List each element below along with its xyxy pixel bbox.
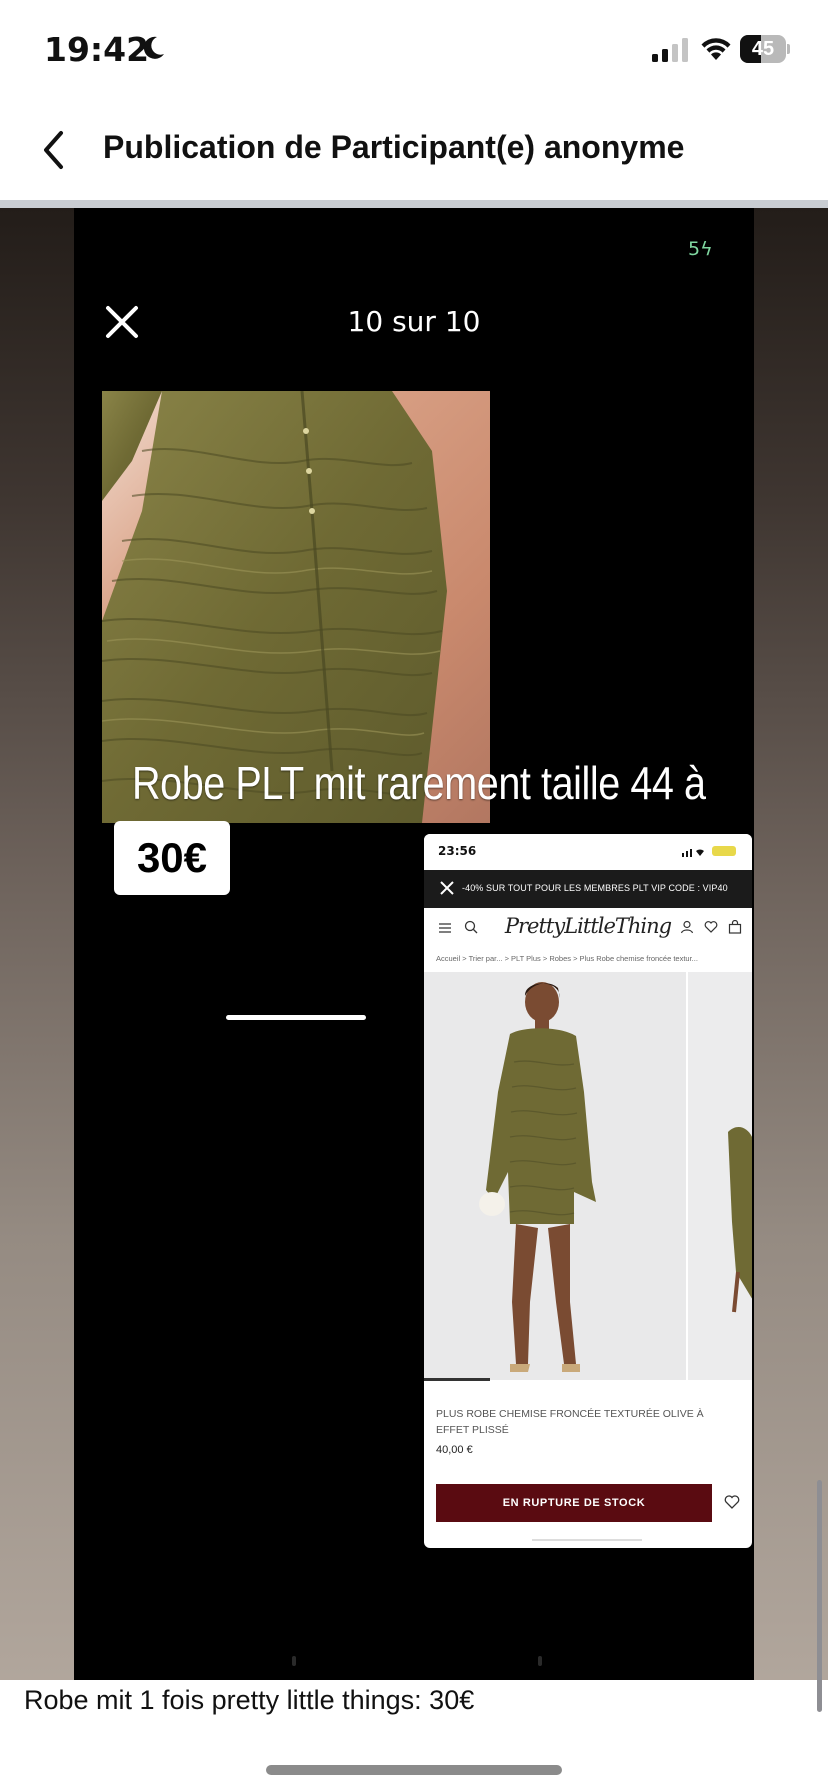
story-battery-indicator: 5ϟ	[688, 238, 713, 260]
story-counter: 10 sur 10	[347, 305, 481, 338]
promo-text: -40% SUR TOUT POUR LES MEMBRES PLT VIP C…	[462, 883, 728, 893]
next-product-image	[686, 972, 752, 1380]
bag-icon	[728, 920, 742, 934]
battery-icon: 45	[740, 35, 790, 63]
embedded-divider	[532, 1539, 642, 1541]
chevron-left-icon	[44, 131, 63, 169]
embedded-product-screenshot: 23:56 -40% SUR TOUT POUR LES MEMBRES PLT…	[424, 834, 752, 1548]
out-of-stock-button: EN RUPTURE DE STOCK	[436, 1484, 712, 1522]
page-title: Publication de Participant(e) anonyme	[103, 129, 685, 165]
price-tag-text: 30€	[136, 834, 208, 881]
back-button[interactable]	[28, 122, 80, 178]
home-indicator[interactable]	[266, 1765, 562, 1775]
promo-banner: -40% SUR TOUT POUR LES MEMBRES PLT VIP C…	[424, 870, 752, 908]
moon-icon	[143, 36, 164, 59]
status-time: 19:42	[44, 30, 150, 69]
navigation-header: Publication de Participant(e) anonyme	[0, 100, 828, 200]
price-tag: 30€	[114, 821, 230, 895]
story-bottom-markers	[292, 1656, 542, 1666]
story-overlay-caption: Robe PLT mit rarement taille 44 à	[132, 757, 706, 809]
status-bar: 19:42 45	[0, 0, 828, 100]
scrollbar[interactable]	[817, 1480, 822, 1712]
embedded-time: 23:56	[438, 844, 477, 858]
post-image[interactable]: 5ϟ 10 sur 10 Robe PLT mit rarement taill…	[0, 208, 828, 1680]
battery-percent: 45	[751, 38, 775, 60]
post-caption: Robe mit 1 fois pretty little things: 30…	[24, 1685, 475, 1715]
header-divider	[0, 200, 828, 208]
story-progress-bar	[226, 1015, 366, 1020]
wishlist-heart-icon	[724, 1495, 740, 1509]
cellular-signal-icon	[652, 38, 688, 62]
shop-header: PrettyLittleThing	[424, 908, 752, 948]
shop-logo: PrettyLittleThing	[504, 914, 672, 938]
breadcrumb: Accueil > Trier par... > PLT Plus > Robe…	[436, 954, 698, 963]
product-price: 40,00 €	[436, 1444, 473, 1456]
close-icon	[440, 881, 454, 895]
image-carousel-progress	[424, 1378, 490, 1381]
model-figure	[479, 982, 596, 1372]
story-screenshot: 5ϟ 10 sur 10 Robe PLT mit rarement taill…	[74, 208, 754, 1680]
embedded-status-icons	[682, 846, 736, 857]
product-name: PLUS ROBE CHEMISE FRONCÉE TEXTURÉE OLIVE…	[436, 1408, 704, 1436]
embedded-status-bar: 23:56	[424, 834, 752, 870]
product-image	[424, 972, 752, 1380]
user-icon	[680, 920, 694, 934]
heart-icon	[704, 921, 718, 933]
wifi-icon	[701, 38, 731, 60]
